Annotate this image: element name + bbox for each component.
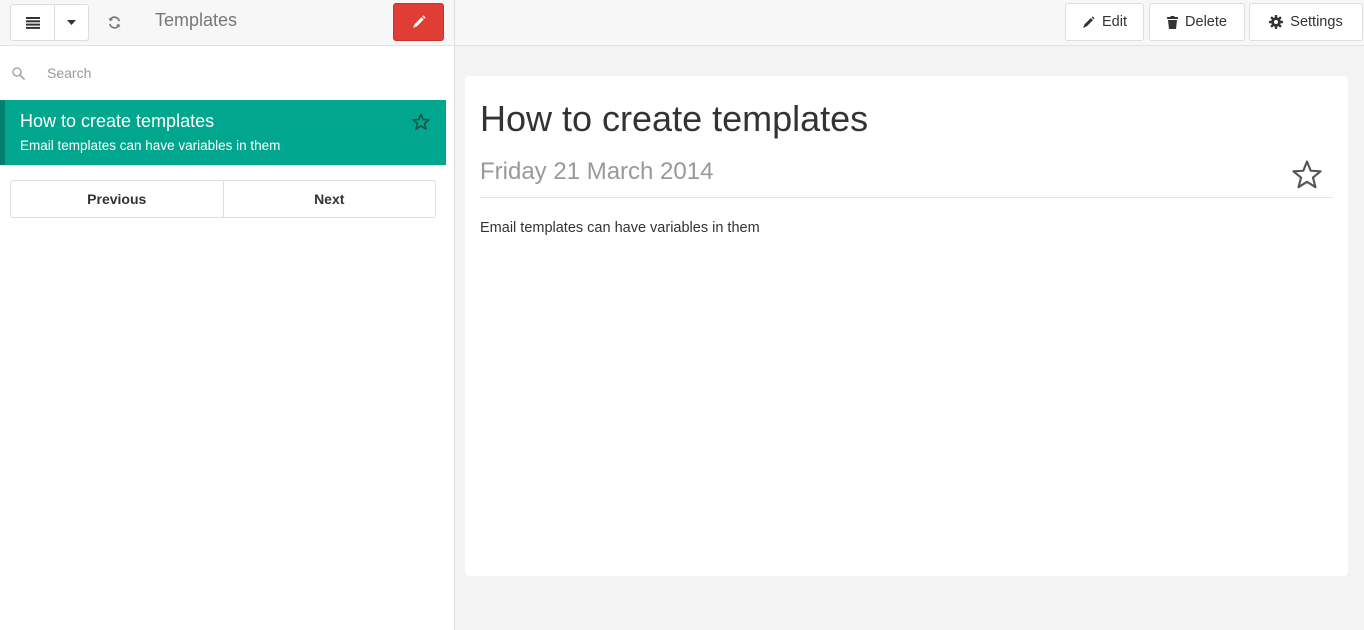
note-date: Friday 21 March 2014 (480, 158, 714, 185)
main-toolbar: Edit Delete Settings (455, 0, 1364, 46)
edit-button-label: Edit (1102, 14, 1127, 30)
trash-icon (1167, 15, 1179, 29)
delete-button[interactable]: Delete (1149, 3, 1245, 41)
previous-button[interactable]: Previous (10, 180, 224, 218)
refresh-icon (108, 16, 120, 29)
search-input[interactable] (40, 60, 440, 86)
settings-button-label: Settings (1290, 14, 1343, 30)
sidebar: Templates How to create templates Email … (0, 0, 455, 630)
menu-button-group (10, 4, 89, 41)
star-outline-icon[interactable] (1290, 158, 1324, 192)
next-button[interactable]: Next (223, 180, 436, 218)
sidebar-title: Templates (155, 10, 238, 30)
note-title: How to create templates (480, 98, 869, 139)
compose-button[interactable] (393, 3, 444, 41)
caret-down-icon (67, 20, 76, 25)
pencil-icon (412, 15, 426, 28)
menu-button[interactable] (10, 4, 55, 41)
refresh-button[interactable] (100, 4, 128, 41)
settings-button[interactable]: Settings (1249, 3, 1363, 41)
list-icon (25, 16, 40, 29)
search-icon (12, 67, 25, 80)
note-list-item-excerpt: Email templates can have variables in th… (20, 138, 281, 153)
edit-button[interactable]: Edit (1065, 3, 1144, 41)
delete-button-label: Delete (1185, 14, 1227, 30)
menu-dropdown-button[interactable] (55, 4, 89, 41)
sidebar-toolbar: Templates (0, 0, 454, 46)
pagination: Previous Next (10, 180, 436, 218)
star-outline-icon[interactable] (411, 112, 431, 132)
gear-icon (1269, 15, 1284, 29)
divider (480, 197, 1333, 198)
note-view: How to create templates Friday 21 March … (465, 76, 1348, 576)
note-body: Email templates can have variables in th… (480, 220, 760, 236)
search-bar (0, 46, 454, 100)
note-list-item[interactable]: How to create templates Email templates … (0, 100, 446, 165)
note-list-item-title: How to create templates (20, 111, 215, 131)
pencil-icon (1083, 15, 1095, 28)
